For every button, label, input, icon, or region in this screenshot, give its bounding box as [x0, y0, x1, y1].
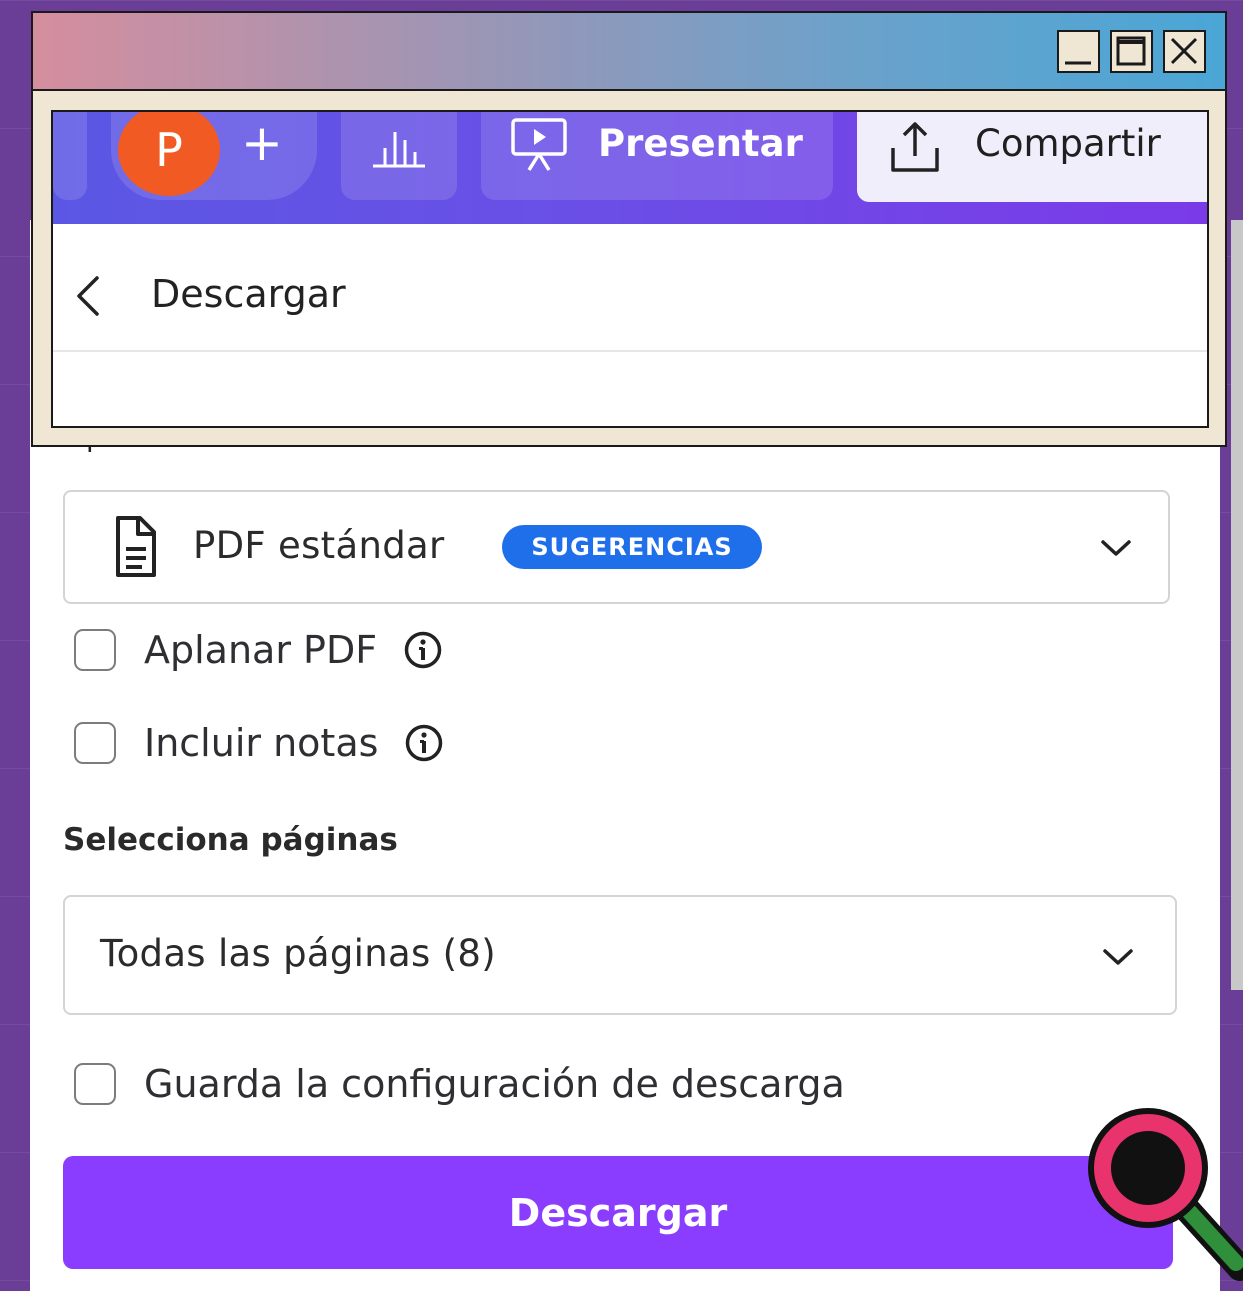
scrollbar[interactable] [1231, 220, 1243, 990]
minimize-icon[interactable] [1057, 30, 1100, 73]
toolbar-chip [53, 112, 87, 200]
maximize-icon[interactable] [1110, 30, 1153, 73]
flatten-pdf-label: Aplanar PDF [144, 628, 378, 672]
include-notes-checkbox[interactable] [74, 722, 116, 764]
present-button[interactable]: Presentar [481, 112, 833, 200]
editor-toolbar: P + Presentar Compartir [53, 112, 1207, 224]
share-upload-icon [891, 122, 939, 172]
save-settings-checkbox[interactable] [74, 1063, 116, 1105]
flatten-pdf-checkbox[interactable] [74, 629, 116, 671]
present-label: Presentar [598, 122, 803, 165]
pages-value: Todas las páginas (8) [100, 932, 496, 975]
panel-header: Descargar [53, 224, 1207, 352]
close-icon[interactable] [1163, 30, 1206, 73]
pages-section-label: Selecciona páginas [63, 822, 398, 858]
save-settings-label: Guarda la configuración de descarga [144, 1062, 845, 1106]
back-arrow-icon[interactable] [73, 274, 103, 318]
panel-title: Descargar [151, 272, 346, 316]
window-titlebar[interactable] [33, 13, 1225, 91]
download-button[interactable]: Descargar [63, 1156, 1173, 1269]
info-icon[interactable] [403, 630, 443, 670]
document-icon [116, 516, 156, 577]
option-save-settings[interactable]: Guarda la configuración de descarga [74, 1061, 845, 1107]
insights-button[interactable] [341, 112, 457, 200]
suggestion-badge: SUGERENCIAS [502, 525, 762, 569]
option-include-notes[interactable]: Incluir notas [74, 720, 444, 766]
window-content: P + Presentar Compartir Descargar [51, 110, 1209, 428]
share-button[interactable]: Compartir [857, 112, 1207, 202]
option-flatten-pdf[interactable]: Aplanar PDF [74, 627, 443, 673]
add-collaborator-button[interactable]: + [241, 112, 283, 174]
presentation-icon [511, 118, 567, 171]
chevron-down-icon[interactable] [1100, 538, 1132, 558]
share-label: Compartir [975, 122, 1161, 165]
file-type-value: PDF estándar [193, 524, 445, 567]
magnifier-icon [1088, 1108, 1243, 1281]
include-notes-label: Incluir notas [144, 721, 379, 765]
chevron-down-icon[interactable] [1102, 947, 1134, 967]
app-window: P + Presentar Compartir Descargar [31, 11, 1227, 447]
bar-chart-icon [373, 132, 425, 168]
info-icon[interactable] [404, 723, 444, 763]
